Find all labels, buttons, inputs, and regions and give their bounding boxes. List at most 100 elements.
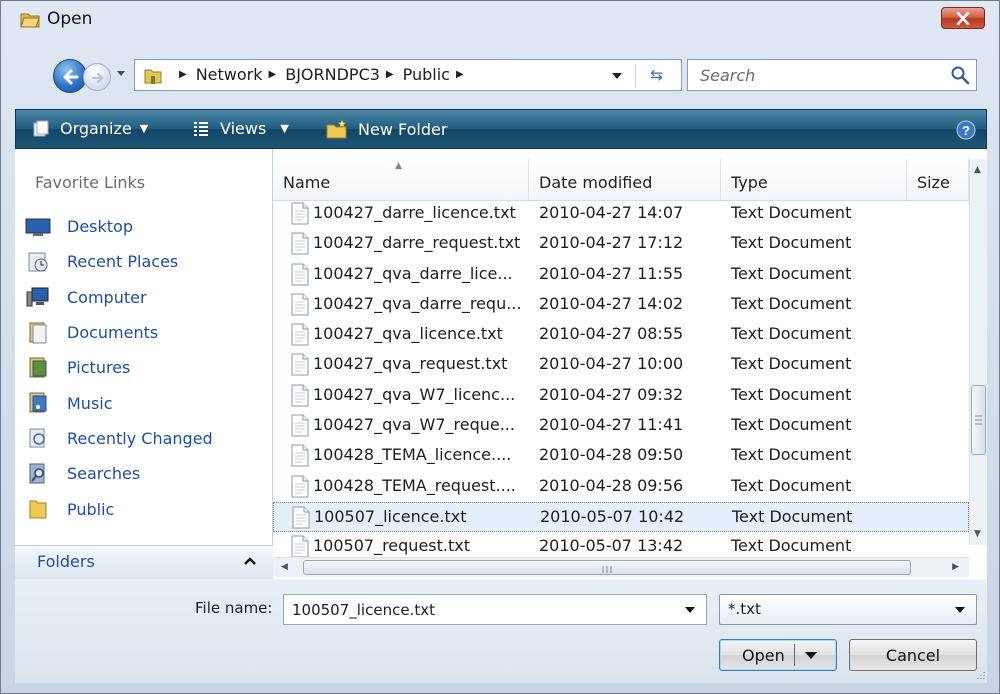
file-type: Text Document	[731, 415, 852, 435]
sidebar-item-documents[interactable]: Documents	[25, 315, 265, 350]
back-button[interactable]	[53, 59, 87, 93]
column-header-type[interactable]: Type	[721, 159, 907, 201]
sidebar-item-label: Public	[67, 499, 115, 519]
breadcrumb-bjorndpc3[interactable]: BJORNDPC3	[285, 65, 380, 84]
text-file-icon	[291, 202, 309, 225]
column-size-label: Size	[917, 173, 950, 192]
file-name: 100427_qva_darre_lice...	[313, 263, 513, 283]
text-file-icon	[291, 263, 309, 286]
file-type: Text Document	[732, 506, 853, 526]
search-input[interactable]: Search	[700, 66, 755, 85]
sidebar-item-pictures[interactable]: Pictures	[25, 350, 265, 385]
chevron-down-icon	[955, 607, 965, 613]
file-name-value: 100507_licence.txt	[292, 601, 435, 619]
scroll-left-arrow-icon[interactable]: ◀	[281, 562, 288, 572]
horizontal-scrollbar[interactable]: ◀ ▶	[273, 557, 969, 577]
file-name-label: File name:	[195, 599, 273, 617]
table-row[interactable]: 100427_qva_licence.txt 2010-04-27 08:55 Te…	[273, 320, 969, 350]
sidebar-item-public[interactable]: Public	[25, 491, 265, 526]
table-row[interactable]: 100428_TEMA_licence.... 2010-04-28 09:50 T…	[273, 441, 969, 471]
breadcrumb-separator-icon[interactable]: ▶	[456, 69, 464, 80]
column-header-size[interactable]: Size	[907, 159, 969, 201]
address-bar[interactable]: ▶ Network ▶ BJORNDPC3 ▶ Public ▶ ⇆	[134, 59, 682, 91]
recent-pages-chevron-down-icon[interactable]	[116, 70, 126, 78]
command-toolbar: Organize ▼ Views ▼ New Folder ?	[15, 109, 987, 149]
cancel-button-label: Cancel	[885, 646, 941, 665]
sidebar-item-label: Searches	[67, 464, 141, 484]
sidebar-item-searches[interactable]: Searches	[25, 456, 265, 491]
table-row[interactable]: 100427_qva_request.txt 2010-04-27 10:00 Te…	[273, 350, 969, 380]
breadcrumb-network[interactable]: Network	[196, 65, 263, 84]
organize-button[interactable]: Organize ▼	[32, 119, 148, 138]
svg-text:?: ?	[962, 123, 970, 138]
sidebar-item-recently-changed[interactable]: Recently Changed	[25, 421, 265, 456]
breadcrumb-public[interactable]: Public	[403, 65, 450, 84]
breadcrumb-separator-icon[interactable]: ▶	[386, 69, 394, 80]
table-row[interactable]: 100428_TEMA_request.... 2010-04-28 09:56 T…	[273, 472, 969, 502]
resize-grip-icon[interactable]	[973, 669, 985, 681]
chevron-up-icon	[244, 557, 256, 565]
organize-icon	[33, 120, 49, 136]
close-button[interactable]	[941, 7, 985, 29]
breadcrumb-separator-icon[interactable]: ▶	[179, 69, 187, 80]
vertical-scrollbar[interactable]: ▲ ▼	[969, 159, 987, 545]
sidebar-item-desktop[interactable]: Desktop	[25, 209, 265, 244]
file-type: Text Document	[731, 475, 852, 495]
sidebar-item-computer[interactable]: Computer	[25, 280, 265, 315]
table-row[interactable]: 100427_qva_W7_reque... 2010-04-27 11:41 Te…	[273, 411, 969, 441]
forward-button[interactable]	[83, 63, 111, 91]
text-file-icon	[291, 535, 309, 558]
folders-toggle[interactable]: Folders	[15, 545, 273, 579]
file-type-value: *.txt	[728, 600, 761, 618]
window-title: Open	[47, 9, 93, 29]
column-header-name[interactable]: ▲ Name	[273, 159, 529, 201]
table-row[interactable]: 100427_qva_darre_requ... 2010-04-27 14:02…	[273, 290, 969, 320]
file-date-modified: 2010-04-27 14:02	[539, 293, 684, 313]
file-date-modified: 2010-04-27 11:55	[539, 263, 684, 283]
column-header-row: ▲ Name Date modified Type Size	[273, 159, 969, 201]
new-folder-button[interactable]: New Folder	[326, 119, 447, 139]
column-name-label: Name	[283, 173, 331, 192]
breadcrumb-separator-icon[interactable]: ▶	[269, 69, 277, 80]
search-icon[interactable]	[950, 65, 970, 85]
file-name: 100427_qva_darre_requ...	[313, 293, 522, 313]
text-file-icon	[291, 293, 309, 316]
searches-icon	[25, 463, 51, 485]
file-date-modified: 2010-04-27 14:07	[539, 203, 684, 222]
music-icon	[25, 392, 51, 414]
cancel-button[interactable]: Cancel	[849, 639, 977, 671]
dialog-footer: File name: 100507_licence.txt *.txt Open…	[15, 579, 987, 683]
table-row[interactable]: 100427_qva_darre_lice... 2010-04-27 11:55…	[273, 260, 969, 290]
search-box[interactable]: Search	[687, 59, 977, 91]
file-name: 100428_TEMA_licence....	[313, 445, 512, 465]
file-type-select[interactable]: *.txt	[719, 594, 977, 625]
file-date-modified: 2010-04-27 17:12	[539, 233, 684, 253]
refresh-button[interactable]: ⇆	[635, 64, 677, 88]
public-folder-icon	[25, 498, 51, 520]
file-type: Text Document	[731, 384, 852, 404]
open-dialog: Open ▶ Network ▶ BJORNDPC3 ▶ Public ▶ ⇆ …	[0, 0, 1000, 694]
horizontal-scroll-thumb[interactable]	[303, 560, 911, 575]
column-header-date-modified[interactable]: Date modified	[529, 159, 721, 201]
sidebar-item-music[interactable]: Music	[25, 385, 265, 420]
open-options-chevron-down-icon[interactable]	[804, 651, 818, 661]
scroll-down-arrow-icon[interactable]: ▼	[974, 529, 981, 539]
table-row[interactable]: 100507_licence.txt 2010-05-07 10:42 Text D…	[273, 501, 969, 533]
vertical-scroll-thumb[interactable]	[971, 385, 986, 455]
table-row[interactable]: 100427_darre_licence.txt 2010-04-27 14:07…	[273, 199, 969, 229]
file-name-input[interactable]: 100507_licence.txt	[283, 594, 707, 625]
open-button[interactable]: Open	[719, 639, 837, 671]
scroll-up-arrow-icon[interactable]: ▲	[974, 165, 981, 175]
scroll-right-arrow-icon[interactable]: ▶	[952, 562, 959, 572]
sidebar-item-recent-places[interactable]: Recent Places	[25, 244, 265, 279]
table-row[interactable]: 100427_darre_request.txt 2010-04-27 17:12…	[273, 229, 969, 259]
file-rows: 100427_darre_licence.txt 2010-04-27 14:07…	[273, 199, 969, 563]
title-bar[interactable]: Open	[1, 1, 999, 39]
chevron-down-icon[interactable]	[684, 606, 696, 614]
views-button[interactable]: Views ▼	[192, 119, 289, 138]
desktop-icon	[25, 216, 51, 238]
breadcrumb: ▶ Network ▶ BJORNDPC3 ▶ Public ▶	[173, 65, 473, 84]
address-history-chevron-down-icon[interactable]	[611, 72, 623, 81]
table-row[interactable]: 100427_qva_W7_licenc... 2010-04-27 09:32 T…	[273, 381, 969, 411]
help-icon[interactable]: ?	[956, 120, 976, 140]
